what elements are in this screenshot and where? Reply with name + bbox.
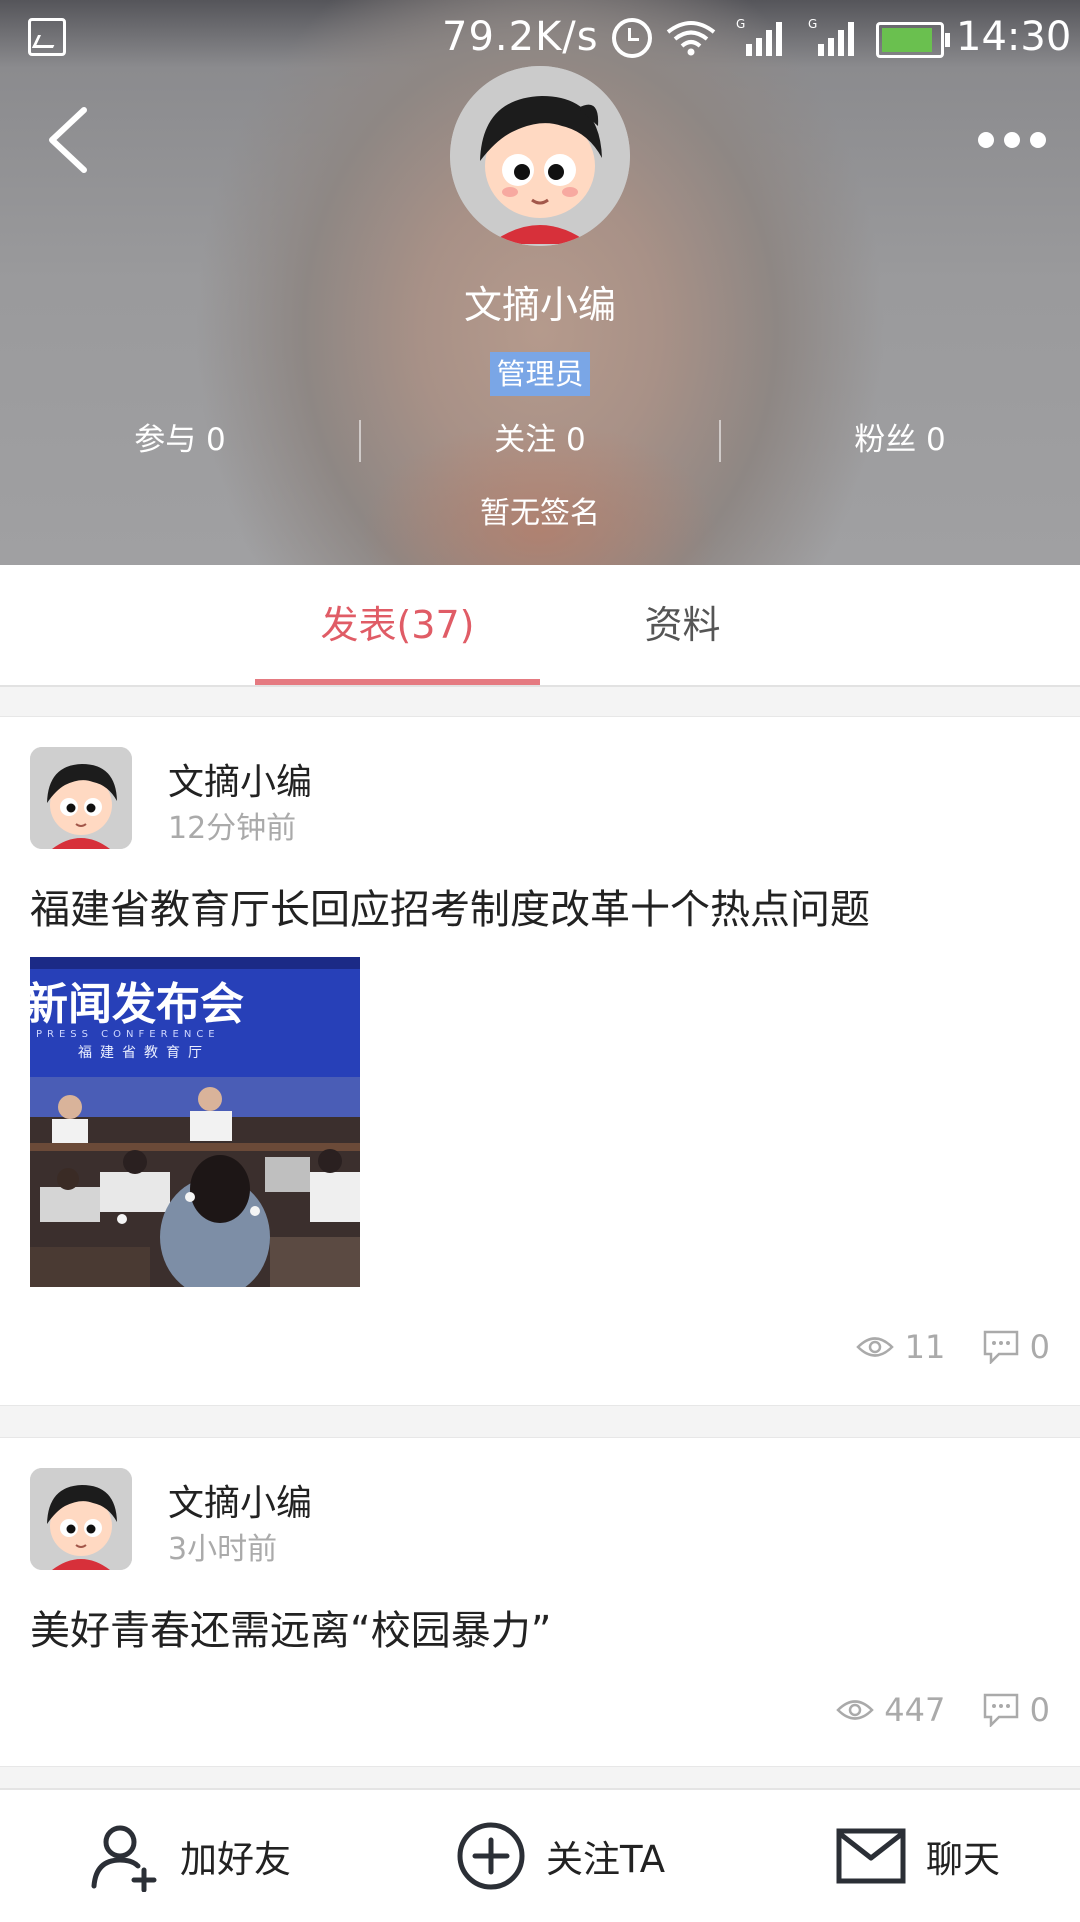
- add-friend-button[interactable]: 加好友: [88, 1790, 291, 1922]
- views: 11: [856, 1326, 945, 1366]
- post-stats: 11 0: [828, 1325, 1050, 1369]
- post-author[interactable]: 文摘小编: [168, 753, 312, 805]
- image-org-text: 福建省教育厅: [78, 1045, 210, 1061]
- more-options-button[interactable]: [970, 120, 1060, 160]
- post-time: 3小时前: [168, 1532, 278, 1567]
- profile-stats: 参与 0 关注 0 粉丝 0: [0, 412, 1080, 468]
- eye-icon: [856, 1337, 895, 1357]
- views: 447: [836, 1689, 945, 1729]
- wifi-icon: [666, 21, 716, 56]
- add-user-icon: [91, 1825, 157, 1892]
- status-bar: 79.2K/s G G 14:30: [0, 0, 1080, 76]
- follow-button[interactable]: 关注TA: [456, 1790, 665, 1922]
- svg-text:G: G: [808, 18, 817, 31]
- image-subtitle-text: PRESS CONFERENCE: [36, 1029, 220, 1040]
- image-icon: [28, 18, 66, 56]
- stat-participation[interactable]: 参与 0: [0, 412, 360, 468]
- eye-icon: [836, 1700, 874, 1720]
- signature: 暂无签名: [480, 496, 600, 531]
- avatar[interactable]: [450, 66, 630, 246]
- tab-profile-info[interactable]: 资料: [540, 565, 825, 685]
- post-image[interactable]: 新闻发布会 PRESS CONFERENCE 福建省教育厅: [30, 957, 360, 1287]
- post-title[interactable]: 福建省教育厅长回应招考制度改革十个热点问题: [30, 877, 870, 935]
- profile-tabs: 发表(37) 资料: [0, 565, 1080, 687]
- post-stats: 447 0: [808, 1688, 1050, 1732]
- clock: 14:30: [956, 14, 1072, 60]
- comments[interactable]: 0: [983, 1689, 1050, 1729]
- view-count: 11: [904, 1328, 946, 1366]
- profile-header: 79.2K/s G G 14:30 文摘小编 管理员 参与 0 关注 0 粉丝 …: [0, 0, 1080, 565]
- profile-name: 文摘小编: [463, 283, 616, 327]
- comments[interactable]: 0: [983, 1326, 1050, 1366]
- role-badge: 管理员: [490, 352, 590, 396]
- tab-posts[interactable]: 发表(37): [255, 565, 540, 685]
- post-card[interactable]: 文摘小编 12分钟前 福建省教育厅长回应招考制度改革十个热点问题 新闻发布会 P…: [0, 716, 1080, 1406]
- alarm-icon: [612, 18, 652, 58]
- view-count: 447: [884, 1691, 946, 1729]
- avatar[interactable]: [30, 1468, 132, 1570]
- post-author[interactable]: 文摘小编: [168, 1474, 312, 1526]
- plus-circle-icon: [457, 1822, 525, 1890]
- follow-label: 关注TA: [546, 1838, 666, 1881]
- comment-icon: [984, 1693, 1019, 1729]
- add-friend-label: 加好友: [180, 1838, 291, 1881]
- signal-icon: G: [808, 18, 854, 56]
- post-time: 12分钟前: [168, 811, 297, 846]
- chat-label: 聊天: [926, 1838, 1000, 1881]
- network-speed: 79.2K/s: [442, 14, 599, 60]
- battery-icon: [876, 22, 950, 58]
- back-button[interactable]: [40, 100, 100, 180]
- comment-count: 0: [1029, 1691, 1050, 1729]
- active-tab-indicator: [255, 679, 540, 685]
- bottom-action-bar: 加好友 关注TA 聊天: [0, 1788, 1080, 1922]
- stat-followers[interactable]: 粉丝 0: [720, 412, 1080, 468]
- chat-button[interactable]: 聊天: [836, 1790, 1000, 1922]
- post-card[interactable]: 文摘小编 3小时前 美好青春还需远离“校园暴力” 447 0: [0, 1437, 1080, 1767]
- comment-count: 0: [1029, 1328, 1050, 1366]
- image-headline-text: 新闻发布会: [30, 979, 244, 1030]
- comment-icon: [984, 1330, 1019, 1366]
- mail-icon: [836, 1828, 906, 1884]
- svg-text:G: G: [736, 18, 745, 31]
- post-title[interactable]: 美好青春还需远离“校园暴力”: [30, 1598, 551, 1656]
- avatar[interactable]: [30, 747, 132, 849]
- stat-following[interactable]: 关注 0: [360, 412, 720, 468]
- signal-icon: G: [736, 18, 782, 56]
